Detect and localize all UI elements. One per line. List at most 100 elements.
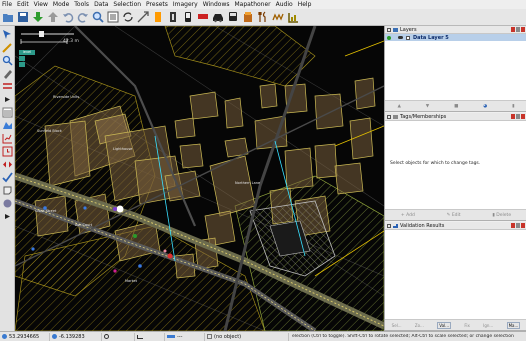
zoom-icon[interactable]: [137, 11, 149, 23]
flag-icon[interactable]: [197, 11, 209, 23]
preferences-icon[interactable]: [107, 11, 119, 23]
more-panels-icon[interactable]: [1, 210, 13, 222]
latitude-value: 53.2934665: [9, 333, 40, 340]
landuse-icon[interactable]: [287, 11, 299, 23]
mark-button[interactable]: Ma...: [506, 321, 521, 329]
refresh-icon[interactable]: [122, 11, 134, 23]
more-tools-icon[interactable]: [1, 93, 13, 105]
save-icon[interactable]: [17, 11, 29, 23]
menu-view[interactable]: View: [34, 0, 48, 9]
validation-panel: Validation Results Sel... Zo... Val... F…: [385, 222, 526, 331]
map-label-0: Riverside Units: [53, 95, 79, 99]
leisure-icon[interactable]: [272, 11, 284, 23]
delete-tag-button[interactable]: ▮ Delete: [492, 213, 511, 218]
visibility-eye-icon[interactable]: [398, 36, 403, 39]
imagery-icon[interactable]: [1, 197, 13, 209]
move-down-icon[interactable]: ▼: [426, 104, 429, 109]
left-tool-strip: [0, 26, 15, 331]
car-icon[interactable]: [212, 11, 224, 23]
bus-icon[interactable]: [227, 11, 239, 23]
panel-settings-icon[interactable]: [511, 114, 515, 119]
history-icon[interactable]: [1, 145, 13, 157]
zoom-tool-icon[interactable]: [1, 54, 13, 66]
josm-window: File Edit View Mode Tools Data Selection…: [0, 0, 526, 341]
zoom-button[interactable]: Zo...: [415, 323, 424, 328]
map-label-5: Ash Court: [75, 223, 93, 227]
layer-checkbox[interactable]: [406, 35, 410, 40]
menu-selection[interactable]: Selection: [113, 0, 141, 9]
object-name: (no object): [214, 333, 242, 340]
map-view[interactable]: Riverside Units Lighthouse Sunfield Bloc…: [15, 26, 384, 331]
map-paint-icon[interactable]: [1, 119, 13, 131]
level-badge[interactable]: level: [19, 50, 35, 55]
level-control-b[interactable]: [19, 62, 25, 67]
panel-settings-icon[interactable]: [511, 223, 515, 228]
parallel-tool-icon[interactable]: [1, 80, 13, 92]
fix-button[interactable]: Fix: [464, 323, 470, 328]
validation-icon[interactable]: [1, 171, 13, 183]
edit-tag-button[interactable]: ✎ Edit: [447, 213, 461, 218]
open-file-icon[interactable]: [2, 11, 14, 23]
menu-file[interactable]: File: [2, 0, 12, 9]
compass-icon: [104, 334, 109, 339]
level-control-a[interactable]: [19, 56, 25, 61]
menu-audio[interactable]: Audio: [276, 0, 293, 9]
panel-minimize-icon[interactable]: [516, 114, 520, 119]
validation-title: Validation Results: [400, 222, 445, 229]
panel-close-icon[interactable]: [521, 223, 525, 228]
panel-close-icon[interactable]: [521, 27, 525, 32]
panel-minimize-icon[interactable]: [516, 223, 520, 228]
menu-tools[interactable]: Tools: [74, 0, 89, 9]
panel-close-icon[interactable]: [521, 114, 525, 119]
select-tool-icon[interactable]: [1, 28, 13, 40]
object-icon: [207, 334, 212, 339]
menu-help[interactable]: Help: [298, 0, 312, 9]
download-icon[interactable]: [32, 11, 44, 23]
menu-edit[interactable]: Edit: [17, 0, 29, 9]
delete-layer-icon[interactable]: ▮: [512, 104, 514, 109]
tags-icon: [393, 114, 398, 119]
menu-data[interactable]: Data: [94, 0, 108, 9]
phone-icon[interactable]: [182, 11, 194, 23]
select-button[interactable]: Sel...: [392, 323, 402, 328]
menu-imagery[interactable]: Imagery: [173, 0, 198, 9]
panel-settings-icon[interactable]: [511, 27, 515, 32]
delete-tool-icon[interactable]: [1, 67, 13, 79]
collapse-icon[interactable]: [387, 114, 391, 119]
menu-windows[interactable]: Windows: [203, 0, 230, 9]
show-layer-icon[interactable]: ◕: [483, 104, 487, 109]
move-up-icon[interactable]: ▲: [397, 104, 400, 109]
ruler-icon: [167, 335, 175, 338]
validate-button[interactable]: Val...: [437, 321, 451, 329]
filter-icon[interactable]: [1, 158, 13, 170]
menu-mapathoner[interactable]: Mapathoner: [235, 0, 271, 9]
heading-field: [102, 332, 135, 341]
upload-icon[interactable]: [47, 11, 59, 23]
tags-title: Tags/Memberships: [400, 113, 447, 120]
layer-row[interactable]: Data Layer 5: [385, 34, 526, 41]
merge-layer-icon[interactable]: ■: [454, 104, 458, 109]
add-tag-button[interactable]: + Add: [401, 213, 415, 218]
menu-mode[interactable]: Mode: [53, 0, 69, 9]
chart-icon[interactable]: [1, 132, 13, 144]
menu-presets[interactable]: Presets: [146, 0, 168, 9]
food-icon[interactable]: [257, 11, 269, 23]
list-toggle-icon[interactable]: [1, 106, 13, 118]
ignore-button[interactable]: Ign...: [483, 323, 493, 328]
shop-icon[interactable]: [242, 11, 254, 23]
redo-icon[interactable]: [77, 11, 89, 23]
landuse-area-north[interactable]: [164, 26, 316, 87]
panel-minimize-icon[interactable]: [516, 27, 520, 32]
map-canvas[interactable]: Riverside Units Lighthouse Sunfield Bloc…: [15, 26, 384, 331]
notes-icon[interactable]: [1, 184, 13, 196]
layers-title: Layers: [400, 26, 417, 33]
menu-bar: File Edit View Mode Tools Data Selection…: [0, 0, 526, 9]
undo-icon[interactable]: [62, 11, 74, 23]
search-icon[interactable]: [92, 11, 104, 23]
collapse-icon[interactable]: [387, 27, 391, 32]
building-icon[interactable]: [152, 11, 164, 23]
collapse-icon[interactable]: [387, 223, 391, 228]
angle-field: [135, 332, 165, 341]
door-icon[interactable]: [167, 11, 179, 23]
draw-tool-icon[interactable]: [1, 41, 13, 53]
